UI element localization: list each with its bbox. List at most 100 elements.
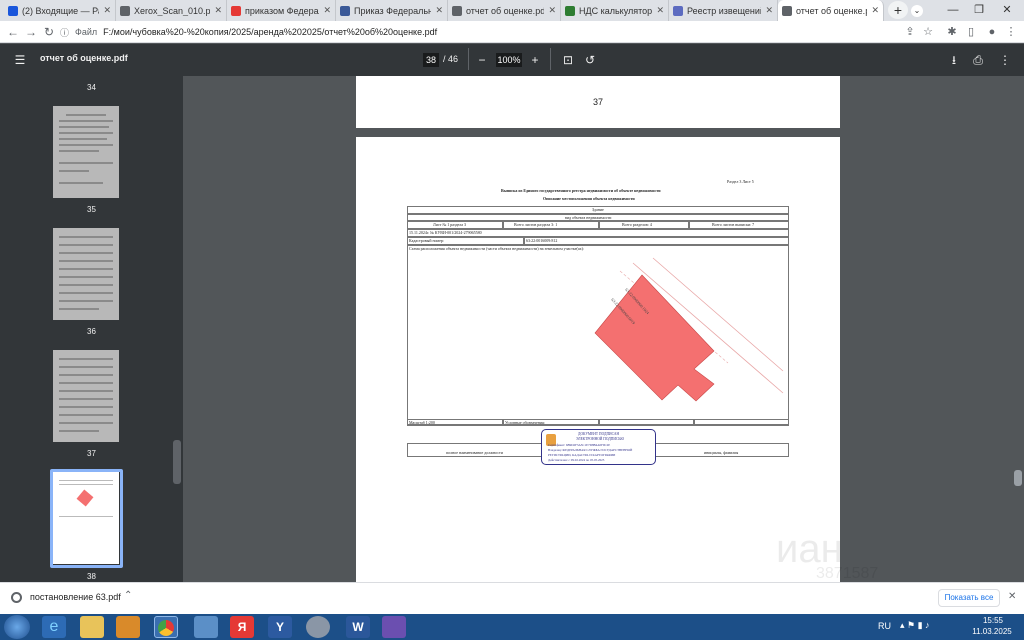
tab-label: отчет об оценке.pdf: [466, 5, 545, 16]
tab-label: (2) Входящие — Рамб: [22, 5, 99, 16]
explorer-icon[interactable]: [80, 616, 104, 638]
document-subheading: Описание местоположения объекта недвижим…: [543, 196, 635, 201]
e-signature-stamp: ДОКУМЕНТ ПОДПИСАН ЭЛЕКТРОННОЙ ПОДПИСЬЮ С…: [541, 429, 656, 465]
media-player-icon[interactable]: [116, 616, 140, 638]
ie-icon[interactable]: e: [42, 616, 66, 638]
bookmark-star-icon[interactable]: ☆: [919, 21, 937, 43]
flag-icon: [340, 5, 350, 16]
fit-page-icon[interactable]: ⊡: [560, 52, 576, 68]
yandex-taskbar-icon[interactable]: Я: [230, 616, 254, 638]
maximize-icon[interactable]: ❐: [966, 0, 992, 21]
chrome-taskbar-icon[interactable]: [154, 616, 178, 638]
object-type: Здание: [592, 207, 604, 212]
tab-label: НДС калькулятор онл: [579, 5, 653, 16]
stamp-line: Сертификат: 6B9D2F3A5C1E7D8B4A0F9C2E: [548, 443, 611, 447]
forward-icon[interactable]: →: [22, 21, 40, 43]
start-button-icon[interactable]: [4, 615, 30, 639]
divider: [550, 48, 551, 70]
thumbnail-number: 38: [87, 572, 96, 581]
page-38: Раздел 3 Лист 5 Выписка из Единого госуд…: [356, 137, 878, 582]
section-label: Раздел 3 Лист 5: [727, 179, 754, 184]
word-icon[interactable]: W: [346, 616, 370, 638]
hamburger-menu-icon[interactable]: ☰: [12, 52, 28, 68]
stamp-line: РЕГИСТРАЦИИ, КАДАСТРА И КАРТОГРАФИИ: [548, 453, 616, 457]
rotate-icon[interactable]: ↺: [582, 52, 598, 68]
tab-6[interactable]: НДС калькулятор онл✕: [561, 0, 669, 21]
tab-8[interactable]: отчет об оценке.pdf ✕: [778, 0, 884, 21]
position-caption: полное наименование должности: [446, 450, 503, 455]
tab-3[interactable]: приказом Федеральн ✕: [227, 0, 336, 21]
close-tab-icon[interactable]: ✕: [548, 5, 556, 16]
cadastral-label: Кадастровый номер:: [409, 238, 444, 243]
show-all-button[interactable]: Показать все: [938, 589, 1000, 607]
app-icon[interactable]: [194, 616, 218, 638]
tab-label: Реестр извещений: [687, 5, 762, 16]
tab-label: Приказ Федерально: [354, 5, 432, 16]
tab-1[interactable]: (2) Входящие — Рамб ✕: [4, 0, 116, 21]
sheet-number: Лист № 1 раздела 3: [433, 222, 467, 227]
address-bar[interactable]: ⓘ Файл F:/мои/чубовка%20-%20копия/2025/а…: [60, 23, 890, 41]
sections-total: Всего разделов: 4: [622, 222, 652, 227]
tab-7[interactable]: Реестр извещений ✕: [669, 0, 778, 21]
close-tab-icon[interactable]: ✕: [103, 5, 111, 16]
cadastral-number: 63:22:0016009:812: [526, 238, 558, 243]
globe-icon: [782, 5, 792, 16]
app-purple-icon[interactable]: [382, 616, 406, 638]
stamp-line: ДОКУМЕНТ ПОДПИСАН: [578, 432, 620, 436]
zoom-in-icon[interactable]: +: [527, 52, 543, 68]
page-number-label: 37: [592, 97, 603, 107]
close-window-icon[interactable]: ✕: [994, 0, 1020, 21]
print-icon[interactable]: ⎙: [970, 52, 986, 68]
stamp-line: ЭЛЕКТРОННОЙ ПОДПИСЬЮ: [576, 437, 625, 441]
close-tab-icon[interactable]: ✕: [765, 5, 773, 16]
tab-search-icon[interactable]: ⌄: [911, 5, 923, 17]
menu-dots-icon[interactable]: ⋮: [1002, 21, 1020, 43]
tab-2[interactable]: Xerox_Scan_010.pdf ✕: [116, 0, 227, 21]
tab-label: приказом Федеральн: [245, 5, 319, 16]
sidebar-scrollbar[interactable]: [173, 440, 181, 484]
tab-4[interactable]: Приказ Федерально ✕: [336, 0, 448, 21]
document-heading: Выписка из Единого государственного реес…: [501, 188, 661, 193]
side-panel-icon[interactable]: ▯: [962, 21, 980, 43]
zoom-out-icon[interactable]: −: [474, 52, 490, 68]
main-scrollbar[interactable]: [1014, 470, 1022, 486]
thumbnail-number: 36: [87, 327, 96, 336]
clock-time[interactable]: 15:55: [973, 616, 1013, 625]
clock-date[interactable]: 11.03.2025: [967, 627, 1017, 636]
download-icon[interactable]: ⭳: [946, 52, 962, 68]
close-tab-icon[interactable]: ✕: [323, 5, 331, 16]
building-footprint: [594, 274, 715, 402]
install-icon[interactable]: ⇪: [901, 21, 919, 43]
globe-icon: [120, 5, 130, 16]
close-tab-icon[interactable]: ✕: [435, 5, 443, 16]
reload-icon[interactable]: ↻: [40, 21, 58, 43]
language-indicator[interactable]: RU: [878, 621, 891, 631]
chrome-file-icon: [11, 592, 22, 603]
download-options-icon[interactable]: ⌃: [124, 590, 132, 601]
back-icon[interactable]: ←: [4, 21, 22, 43]
close-tab-icon[interactable]: ✕: [656, 5, 664, 16]
thumbnail-page-38[interactable]: [53, 472, 119, 564]
tray-icons[interactable]: ▴ ⚑ ▮ ♪: [900, 620, 930, 631]
new-tab-button[interactable]: +: [888, 1, 908, 19]
download-filename[interactable]: постановление 63.pdf: [30, 592, 121, 602]
profile-icon[interactable]: ●: [983, 21, 1001, 43]
close-tab-icon[interactable]: ✕: [214, 5, 222, 16]
app-circle-icon[interactable]: [306, 616, 330, 638]
thumbnail-page-35[interactable]: [53, 106, 119, 198]
thumbnail-page-36[interactable]: [53, 228, 119, 320]
more-options-icon[interactable]: ⋮: [997, 52, 1013, 68]
thumbnail-page-37[interactable]: [53, 350, 119, 442]
thumbnail-number: 35: [87, 205, 96, 214]
zoom-input[interactable]: 100%: [496, 53, 522, 67]
tab-5[interactable]: отчет об оценке.pdf ✕: [448, 0, 561, 21]
close-tab-icon[interactable]: ✕: [871, 5, 879, 16]
minimize-icon[interactable]: —: [940, 0, 966, 21]
page-number-input[interactable]: 38: [423, 53, 439, 67]
yandex-browser-icon[interactable]: Y: [268, 616, 292, 638]
thumbnail-number: 37: [87, 449, 96, 458]
mail-icon: [8, 5, 18, 16]
extract-date-number: 15.11.2024г. № КУВИ-001/2024-279065580: [409, 230, 482, 235]
close-download-bar-icon[interactable]: ✕: [1008, 591, 1016, 602]
extensions-icon[interactable]: ✱: [943, 21, 961, 43]
